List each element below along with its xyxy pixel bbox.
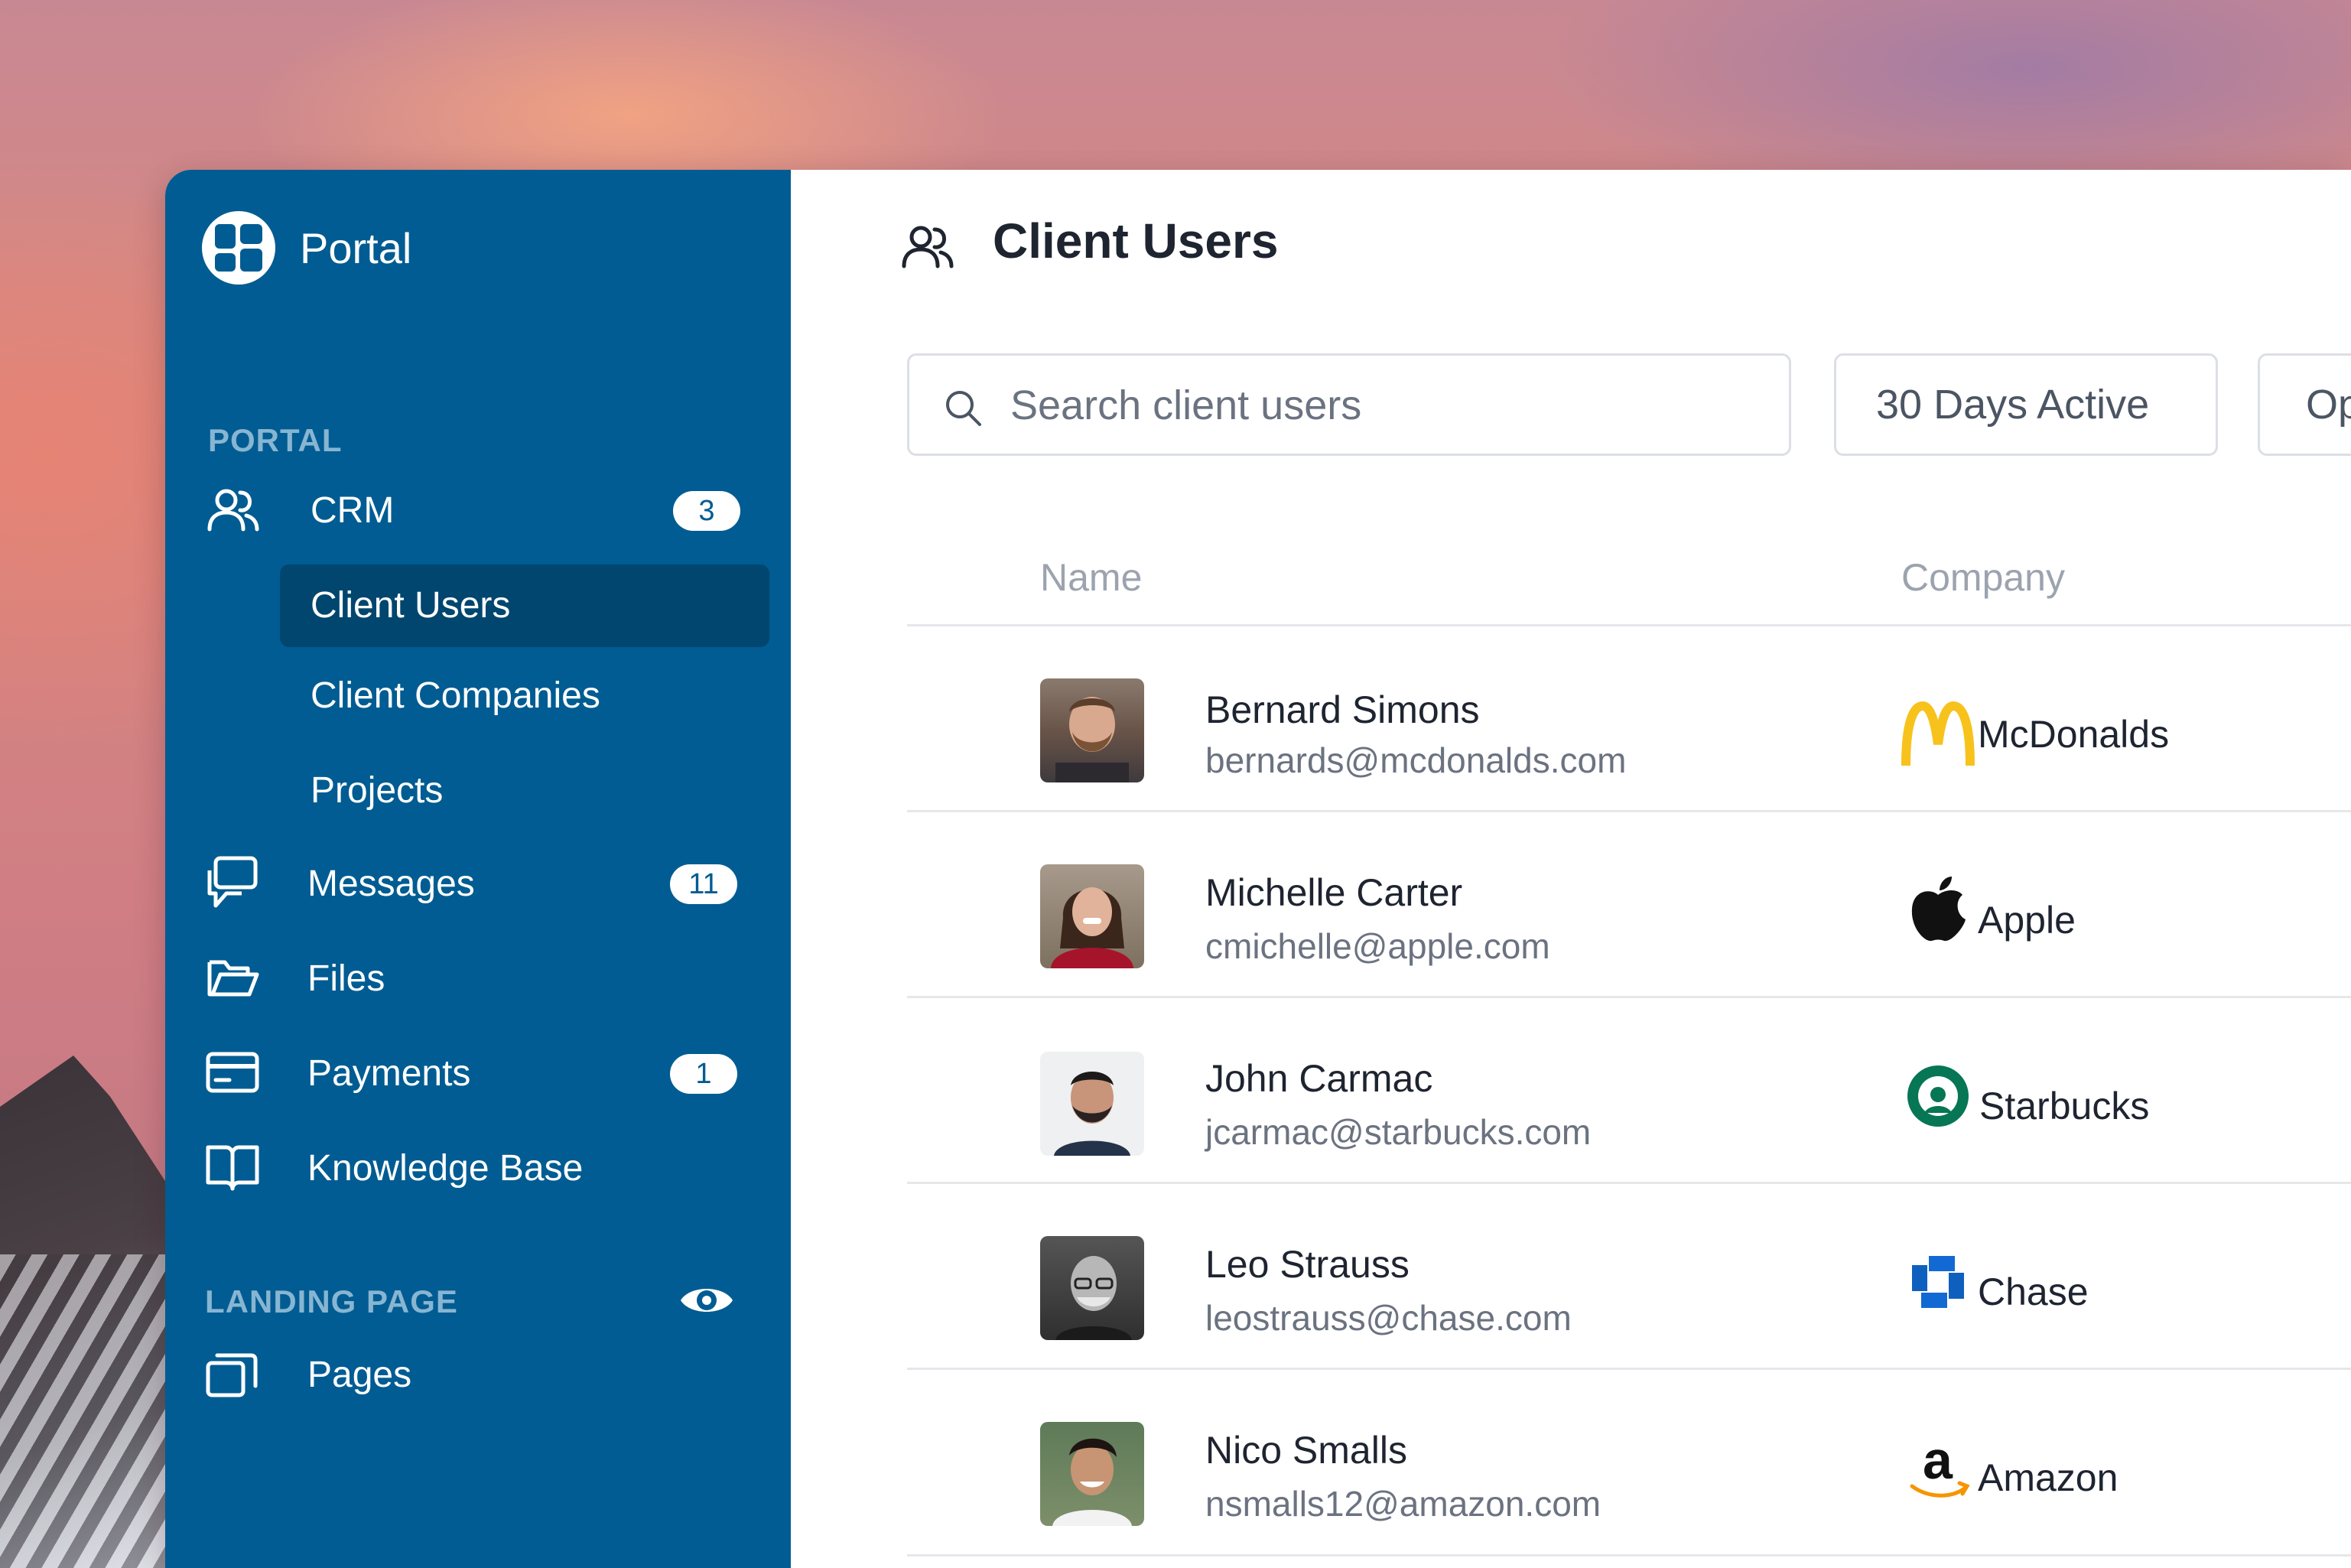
sidebar-item-label: Knowledge Base	[307, 1148, 584, 1189]
avatar	[1040, 864, 1144, 968]
column-header-name[interactable]: Name	[1040, 555, 1142, 600]
starbucks-logo-icon	[1907, 1065, 1969, 1127]
search-icon	[946, 391, 981, 426]
company-name: Amazon	[1978, 1456, 2119, 1499]
portal-logo-icon[interactable]	[202, 211, 275, 285]
sidebar-subitem-label: Client Companies	[311, 675, 600, 716]
table-row[interactable]: Michelle Carter cmichelle@apple.com Appl…	[907, 812, 2351, 996]
payments-count-badge: 1	[670, 1054, 737, 1094]
amazon-logo-icon: a	[1910, 1434, 1970, 1498]
mcdonalds-logo-icon	[1901, 701, 1975, 766]
column-header-company[interactable]: Company	[1901, 555, 2065, 600]
user-name: Nico Smalls	[1205, 1429, 1407, 1472]
sidebar-subitem-client-companies[interactable]: Client Companies	[165, 659, 791, 730]
avatar	[1040, 1422, 1144, 1526]
company-name: Apple	[1978, 899, 2076, 942]
chase-logo-icon	[1912, 1256, 1964, 1308]
sidebar-subitem-client-users[interactable]: Client Users	[280, 564, 769, 647]
sidebar-item-files[interactable]: Files	[165, 942, 791, 1013]
filter-options[interactable]: Op	[2258, 353, 2351, 456]
sidebar-subitem-label: Client Users	[311, 585, 511, 626]
section-label-landing-page: LANDING PAGE	[205, 1283, 458, 1319]
filter-30-days-active[interactable]: 30 Days Active	[1834, 353, 2218, 456]
avatar	[1040, 1052, 1144, 1156]
sidebar-item-messages[interactable]: Messages 11	[165, 847, 791, 918]
sidebar-item-crm[interactable]: CRM 3	[165, 476, 791, 546]
sidebar-subitem-label: Projects	[311, 770, 444, 811]
page-title: Client Users	[993, 213, 1279, 268]
apple-logo-icon	[1911, 877, 1966, 942]
company-name: Starbucks	[1979, 1085, 2150, 1127]
user-email: jcarmac@starbucks.com	[1205, 1112, 1592, 1152]
sidebar-item-knowledge-base[interactable]: Knowledge Base	[165, 1132, 791, 1202]
main-content: Client Users Search client users 30 Days…	[791, 170, 2351, 1568]
table-row[interactable]: Nico Smalls nsmalls12@amazon.com a Amazo…	[907, 1370, 2351, 1553]
table-row[interactable]: Leo Strauss leostrauss@chase.com Chase	[907, 1184, 2351, 1368]
user-name: Leo Strauss	[1205, 1243, 1410, 1286]
user-email: nsmalls12@amazon.com	[1205, 1484, 1601, 1524]
avatar	[1040, 1236, 1144, 1340]
brand-name[interactable]: Portal	[300, 223, 411, 273]
svg-text:a: a	[1923, 1434, 1953, 1490]
avatar	[1040, 678, 1144, 782]
user-email: leostrauss@chase.com	[1205, 1298, 1572, 1338]
table-row[interactable]: Bernard Simons bernards@mcdonalds.com Mc…	[907, 626, 2351, 810]
sidebar-item-label: Files	[307, 958, 385, 999]
company-name: McDonalds	[1978, 713, 2170, 756]
crm-count-badge: 3	[673, 491, 740, 531]
credit-card-icon	[206, 1052, 259, 1093]
sidebar-item-payments[interactable]: Payments 1	[165, 1037, 791, 1108]
sidebar: Portal PORTAL CRM 3 Client Users Client …	[165, 170, 791, 1568]
user-name: Michelle Carter	[1205, 871, 1463, 914]
sidebar-item-label: Pages	[307, 1355, 412, 1395]
divider	[907, 1554, 2351, 1557]
users-icon	[207, 489, 259, 532]
users-icon	[902, 226, 954, 268]
search-placeholder: Search client users	[1010, 382, 1362, 428]
sidebar-subitem-projects[interactable]: Projects	[165, 753, 791, 823]
user-email: bernards@mcdonalds.com	[1205, 740, 1627, 780]
company-name: Chase	[1978, 1270, 2089, 1313]
table-row[interactable]: John Carmac jcarmac@starbucks.com Starbu…	[907, 998, 2351, 1182]
folder-icon	[207, 960, 259, 997]
eye-icon[interactable]	[678, 1271, 736, 1329]
user-name: Bernard Simons	[1205, 688, 1480, 731]
sidebar-item-label: Payments	[307, 1053, 471, 1094]
sidebar-item-label: Messages	[307, 864, 475, 904]
section-label-portal: PORTAL	[208, 422, 343, 458]
pages-icon	[206, 1353, 258, 1397]
app-window: Portal PORTAL CRM 3 Client Users Client …	[165, 170, 2351, 1568]
user-email: cmichelle@apple.com	[1205, 926, 1550, 966]
messages-icon	[207, 856, 258, 908]
book-icon	[206, 1145, 259, 1191]
user-name: John Carmac	[1205, 1057, 1433, 1100]
sidebar-item-label: CRM	[311, 490, 395, 531]
sidebar-item-pages[interactable]: Pages	[165, 1339, 791, 1409]
messages-count-badge: 11	[670, 864, 737, 904]
search-input[interactable]: Search client users	[907, 353, 1791, 456]
